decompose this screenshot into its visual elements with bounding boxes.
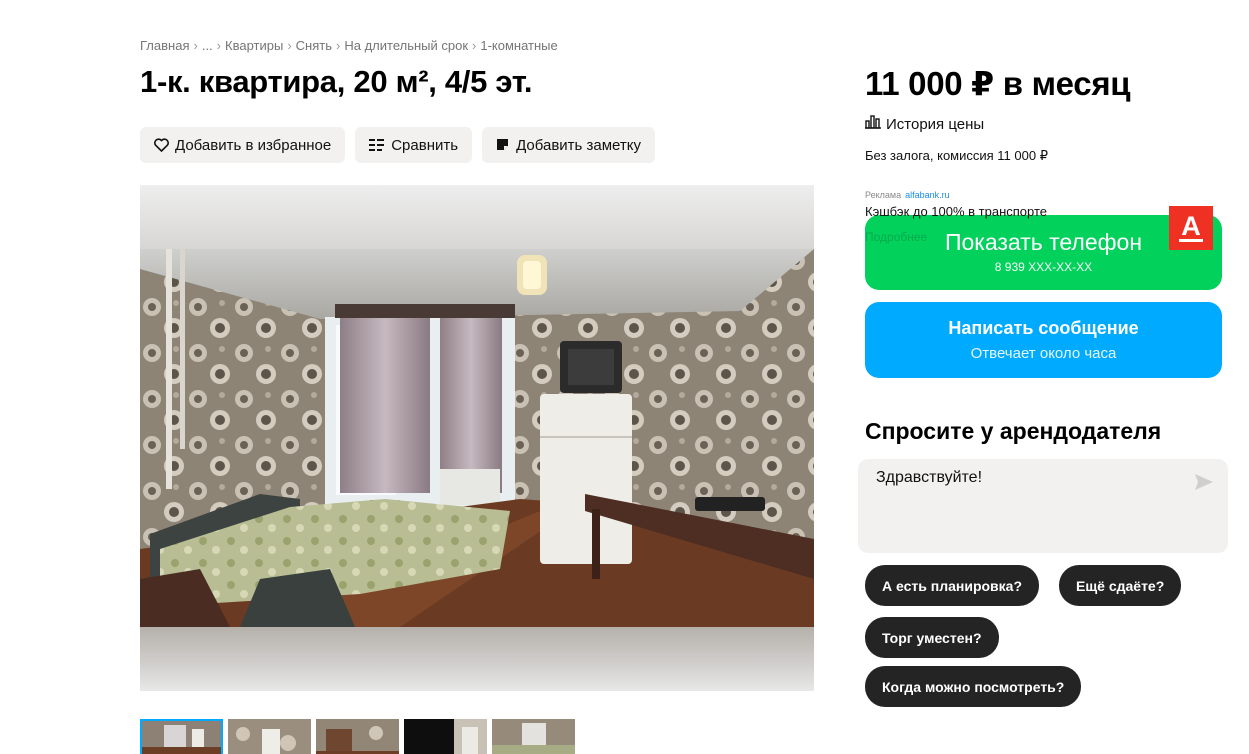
page-title: 1-к. квартира, 20 м², 4/5 эт. [140,64,533,99]
price: 11 000 ₽ в месяц [865,65,1131,102]
breadcrumb-separator: › [472,38,477,53]
heart-icon [154,138,169,152]
deposit-commission-info: Без залога, комиссия 11 000 ₽ [865,148,1048,163]
breadcrumb-apartments[interactable]: Квартиры [225,38,283,53]
main-listing-photo[interactable] [140,249,814,627]
breadcrumb-long-term[interactable]: На длительный срок [344,38,468,53]
gallery-thumbnail[interactable] [316,719,399,754]
alfabank-logo-bar [1179,239,1203,242]
gallery-blur-top [140,185,814,249]
ad-label: Реклама [865,190,902,200]
alfabank-logo-letter: А [1181,211,1201,241]
breadcrumb: Главная ›... › Квартиры › Снять › На длительный… [140,38,558,53]
photo-gallery[interactable] [140,185,814,691]
breadcrumb-separator: › [287,38,292,53]
quick-question-chip[interactable]: А есть планировка? [865,565,1039,606]
ask-landlord-box: Здравствуйте! [858,459,1228,553]
quick-question-chip[interactable]: Когда можно посмотреть? [865,666,1082,707]
ad-header: Реклама alfabank.ru [865,190,1225,200]
ad-domain-link[interactable]: alfabank.ru [905,190,950,200]
listing-actions: Добавить в избранное Сравнить Добавить з… [140,127,655,163]
breadcrumb-separator: › [336,38,341,53]
price-history-chart-icon [865,115,881,133]
gallery-thumbnail[interactable] [492,719,575,754]
add-to-favorites-label: Добавить в избранное [175,136,332,154]
ask-landlord-title: Спросите у арендодателя [865,418,1162,444]
price-history-link[interactable]: История цены [865,115,984,133]
write-message-label: Написать сообщение [948,318,1139,338]
phone-number-masked: 8 939 XXX-XX-XX [994,260,1093,274]
breadcrumb-separator: › [216,38,222,53]
add-to-favorites-button[interactable]: Добавить в избранное [140,127,346,163]
breadcrumb-rent[interactable]: Снять [296,38,332,53]
breadcrumb-one-room[interactable]: 1-комнатные [480,38,557,53]
gallery-blur-bottom [140,627,814,691]
compare-label: Сравнить [391,136,459,154]
price-history-label: История цены [886,115,985,133]
note-icon [496,138,510,152]
quick-question-chip[interactable]: Торг уместен? [865,617,999,658]
breadcrumb-separator: › [193,38,198,53]
ask-message-input[interactable]: Здравствуйте! [876,469,1176,539]
compare-icon [369,138,385,152]
quick-question-chip[interactable]: Ещё сдаёте? [1059,565,1182,606]
ad-more-link[interactable]: Подробнее [865,230,927,244]
breadcrumb-ellipsis[interactable]: ... [202,38,213,53]
gallery-thumbnail[interactable] [228,719,311,754]
gallery-thumbnail[interactable] [140,719,223,754]
breadcrumb-home[interactable]: Главная [140,38,189,53]
add-note-button[interactable]: Добавить заметку [482,127,655,163]
add-note-label: Добавить заметку [516,136,641,154]
response-time-label: Отвечает около часа [970,345,1117,362]
alfabank-logo[interactable]: А [1169,206,1213,250]
write-message-button[interactable]: Написать сообщение Отвечает около часа [865,302,1222,378]
compare-button[interactable]: Сравнить [355,127,473,163]
send-arrow-icon[interactable] [1194,473,1214,496]
gallery-thumbnail[interactable] [404,719,487,754]
gallery-thumbnails [140,719,575,754]
